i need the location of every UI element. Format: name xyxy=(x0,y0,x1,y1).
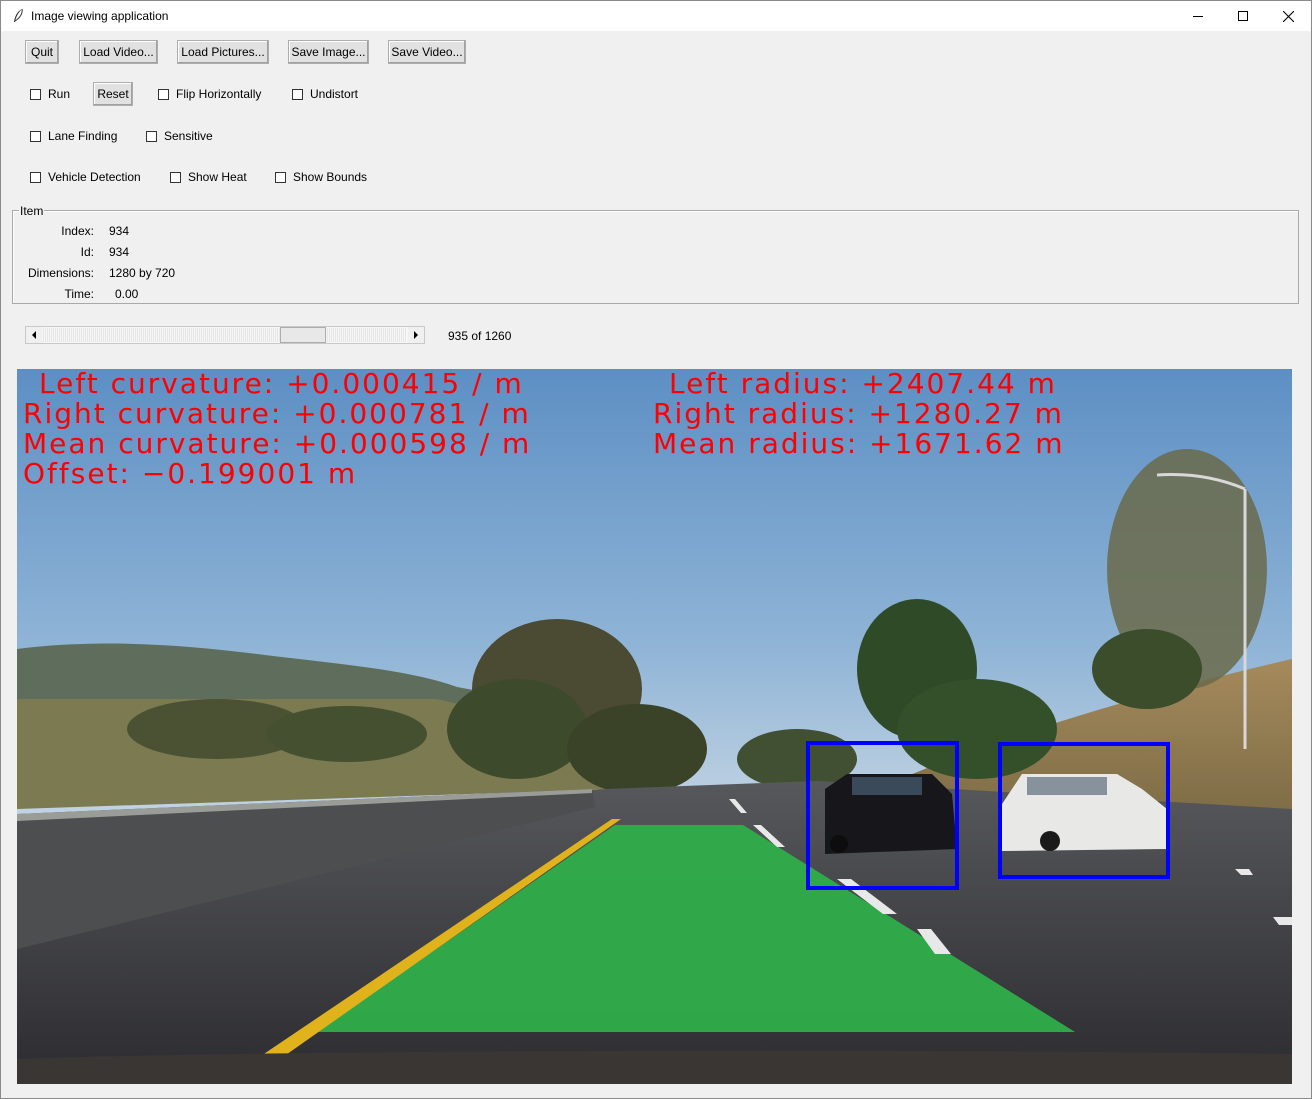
load-pictures-button[interactable]: Load Pictures... xyxy=(177,40,269,64)
item-group: Item Index: 934 Id: 934 Dimensions: 1280… xyxy=(12,204,1299,304)
quit-button[interactable]: Quit xyxy=(25,40,59,64)
maximize-icon xyxy=(1238,11,1248,21)
minimize-icon xyxy=(1193,16,1203,17)
reset-button[interactable]: Reset xyxy=(93,82,133,106)
frame-scrollbar[interactable] xyxy=(25,326,425,344)
app-window: Image viewing application Quit Load Vide… xyxy=(0,0,1312,1099)
sensitive-box[interactable] xyxy=(146,130,157,142)
close-icon xyxy=(1282,10,1294,22)
car-hood xyxy=(17,1050,1292,1084)
lane-finding-box[interactable] xyxy=(30,130,41,142)
vehicle-detection-box[interactable] xyxy=(30,171,41,183)
lane-finding-label: Lane Finding xyxy=(48,129,118,143)
right-radius-text: Right radius: +1280.27 m xyxy=(653,397,1064,430)
video-frame: Left curvature: +0.000415 / m Right curv… xyxy=(17,369,1292,1084)
id-value: 934 xyxy=(109,245,130,259)
undistort-box[interactable] xyxy=(292,88,303,100)
arrow-right-icon xyxy=(414,331,418,339)
offset-text: Offset: −0.199001 m xyxy=(23,457,358,490)
flip-horizontally-box[interactable] xyxy=(158,88,169,100)
right-curvature-text: Right curvature: +0.000781 / m xyxy=(23,397,531,430)
arrow-left-icon xyxy=(32,331,36,339)
window-title: Image viewing application xyxy=(31,9,169,23)
close-button[interactable] xyxy=(1265,1,1311,31)
undistort-label: Undistort xyxy=(310,87,359,101)
lane-finding-checkbox[interactable]: Lane Finding xyxy=(30,128,117,144)
show-bounds-box[interactable] xyxy=(275,171,286,183)
sensitive-label: Sensitive xyxy=(164,129,213,143)
title-bar[interactable]: Image viewing application xyxy=(1,1,1311,31)
save-image-button[interactable]: Save Image... xyxy=(288,40,369,64)
time-label: Time: xyxy=(64,287,94,301)
black-car xyxy=(825,774,957,854)
sensitive-checkbox[interactable]: Sensitive xyxy=(146,128,213,144)
frame-counter: 935 of 1260 xyxy=(448,329,512,343)
load-video-button[interactable]: Load Video... xyxy=(79,40,158,64)
item-group-legend: Item xyxy=(19,204,45,218)
show-bounds-label: Show Bounds xyxy=(293,170,368,184)
save-video-button[interactable]: Save Video... xyxy=(388,40,466,64)
undistort-checkbox[interactable]: Undistort xyxy=(292,86,358,102)
run-checkbox-box[interactable] xyxy=(30,88,41,100)
id-label: Id: xyxy=(80,245,94,259)
vehicle-detection-checkbox[interactable]: Vehicle Detection xyxy=(30,169,141,185)
mean-radius-text: Mean radius: +1671.62 m xyxy=(653,427,1065,460)
scroll-thumb[interactable] xyxy=(280,327,327,343)
vehicle-detection-label: Vehicle Detection xyxy=(48,170,141,184)
feather-icon xyxy=(12,8,24,24)
scroll-right-button[interactable] xyxy=(408,327,424,343)
index-label: Index: xyxy=(61,224,94,238)
left-radius-text: Left radius: +2407.44 m xyxy=(669,369,1057,400)
show-heat-label: Show Heat xyxy=(188,170,247,184)
mean-curvature-text: Mean curvature: +0.000598 / m xyxy=(23,427,532,460)
flip-horizontally-label: Flip Horizontally xyxy=(176,87,262,101)
time-value: 0.00 xyxy=(115,287,139,301)
dimensions-value: 1280 by 720 xyxy=(109,266,176,280)
show-heat-checkbox[interactable]: Show Heat xyxy=(170,169,247,185)
flip-horizontally-checkbox[interactable]: Flip Horizontally xyxy=(158,86,261,102)
minimize-button[interactable] xyxy=(1175,1,1221,31)
show-bounds-checkbox[interactable]: Show Bounds xyxy=(275,169,367,185)
dimensions-label: Dimensions: xyxy=(27,266,94,280)
scroll-track[interactable] xyxy=(43,328,407,342)
show-heat-box[interactable] xyxy=(170,171,181,183)
index-value: 934 xyxy=(109,224,130,238)
left-curvature-text: Left curvature: +0.000415 / m xyxy=(39,369,524,400)
scroll-left-button[interactable] xyxy=(26,327,42,343)
run-label: Run xyxy=(48,87,71,101)
run-checkbox[interactable]: Run xyxy=(30,86,70,102)
maximize-button[interactable] xyxy=(1220,1,1266,31)
